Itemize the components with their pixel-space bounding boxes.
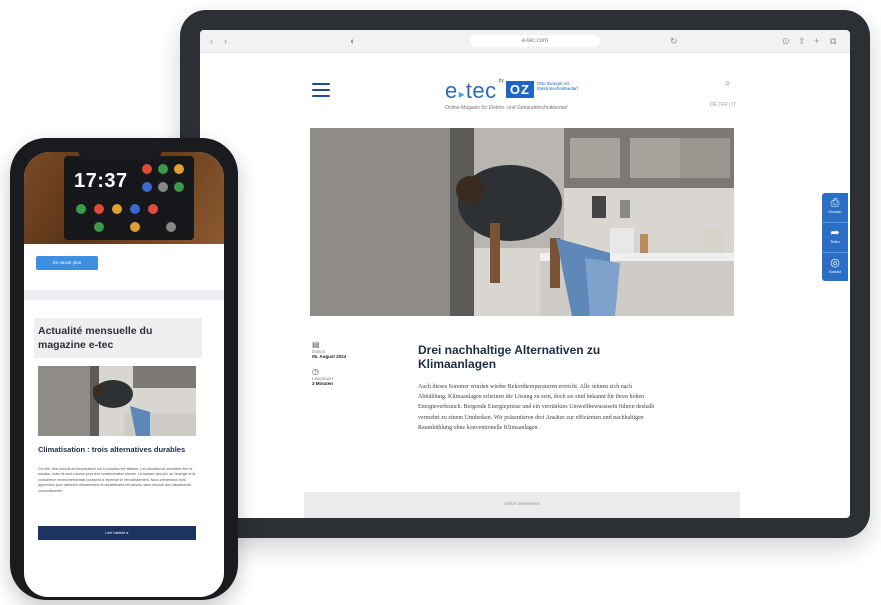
comment-button[interactable]: ◎ Kontakt bbox=[822, 253, 848, 282]
article-title: Drei nachhaltige Alternativen zu Klimaan… bbox=[418, 343, 601, 371]
article-hero-image bbox=[310, 128, 734, 316]
browser-toolbar: ‹ › ◐ e-tec.com ↻ ⊙ ⇧ + ⧉ bbox=[200, 30, 850, 53]
print-button[interactable]: ⎙ Drucken bbox=[822, 193, 848, 223]
phone-hero-image: 17:37 bbox=[24, 152, 224, 244]
phone-screen: 17:37 En savoir plus Actualité mensuelle… bbox=[24, 152, 224, 597]
article-body: Auch dieses Sommer wurden wieder Rekordt… bbox=[418, 384, 655, 431]
panel-tile-icon bbox=[158, 164, 168, 174]
tabs-icon[interactable]: ⧉ bbox=[830, 35, 836, 47]
panel-tile-icon bbox=[142, 164, 152, 174]
panel-tile-icon bbox=[174, 182, 184, 192]
reload-icon[interactable]: ↻ bbox=[670, 35, 678, 47]
download-icon[interactable]: ⊙ bbox=[782, 35, 790, 47]
card-article-body: Cet été, des records de température ont … bbox=[38, 467, 196, 493]
share-button[interactable]: ➦ Teilen bbox=[822, 223, 848, 253]
phone-notch bbox=[78, 146, 162, 160]
back-icon[interactable]: ‹ bbox=[210, 35, 213, 47]
panel-tile-icon bbox=[94, 222, 104, 232]
share-sidebar: ⎙ Drucken ➦ Teilen ◎ Kontakt bbox=[822, 193, 848, 281]
panel-tile-icon bbox=[148, 204, 158, 214]
article-meta: ▤ Datum 05. August 2024 ◷ Lesedauer 3 Mi… bbox=[312, 340, 362, 394]
section-divider bbox=[24, 290, 224, 300]
read-article-button[interactable]: Lire l'article ▸ bbox=[38, 526, 196, 540]
tablet-screen: ‹ › ◐ e-tec.com ↻ ⊙ ⇧ + ⧉ e▸tec byOZ Otto … bbox=[200, 30, 850, 518]
forward-icon[interactable]: › bbox=[224, 35, 227, 47]
panel-tile-icon bbox=[94, 204, 104, 214]
language-switch[interactable]: DE | FR | IT bbox=[710, 102, 736, 108]
menu-icon[interactable] bbox=[312, 83, 330, 97]
add-tab-icon[interactable]: + bbox=[814, 35, 819, 47]
panel-tile-icon bbox=[158, 182, 168, 192]
site-tagline: Online-Magazin für Elektro- und Gebäudet… bbox=[445, 105, 568, 111]
share-icon[interactable]: ⇧ bbox=[798, 35, 806, 47]
url-bar[interactable]: e-tec.com bbox=[470, 35, 600, 47]
panel-tile-icon bbox=[112, 204, 122, 214]
share-arrow-icon: ➦ bbox=[830, 227, 840, 239]
card-article-image[interactable] bbox=[38, 366, 196, 436]
panel-tile-icon bbox=[142, 182, 152, 192]
panel-clock: 17:37 bbox=[74, 170, 128, 192]
reader-icon[interactable]: ◐ bbox=[350, 35, 355, 47]
comment-icon: ◎ bbox=[830, 257, 840, 269]
print-icon: ⎙ bbox=[830, 197, 840, 209]
search-icon[interactable]: ⌕ bbox=[725, 78, 731, 89]
article-footer-strip[interactable]: Artikel weiterlesen bbox=[304, 492, 740, 518]
panel-tile-icon bbox=[76, 204, 86, 214]
panel-tile-icon bbox=[174, 164, 184, 174]
read-more-button[interactable]: En savoir plus bbox=[36, 256, 98, 270]
card-article-title[interactable]: Climatisation : trois alternatives durab… bbox=[38, 445, 198, 454]
site-logo[interactable]: e▸tec byOZ Otto Zwiegel AG Elektrotechnikb… bbox=[445, 78, 583, 103]
clock-icon: ◷ bbox=[312, 367, 319, 376]
calendar-icon: ▤ bbox=[312, 340, 320, 349]
panel-tile-icon bbox=[166, 222, 176, 232]
card-title: Actualité mensuelle du magazine e-tec bbox=[38, 325, 153, 351]
smart-home-panel: 17:37 bbox=[64, 156, 194, 240]
panel-tile-icon bbox=[130, 204, 140, 214]
panel-tile-icon bbox=[130, 222, 140, 232]
